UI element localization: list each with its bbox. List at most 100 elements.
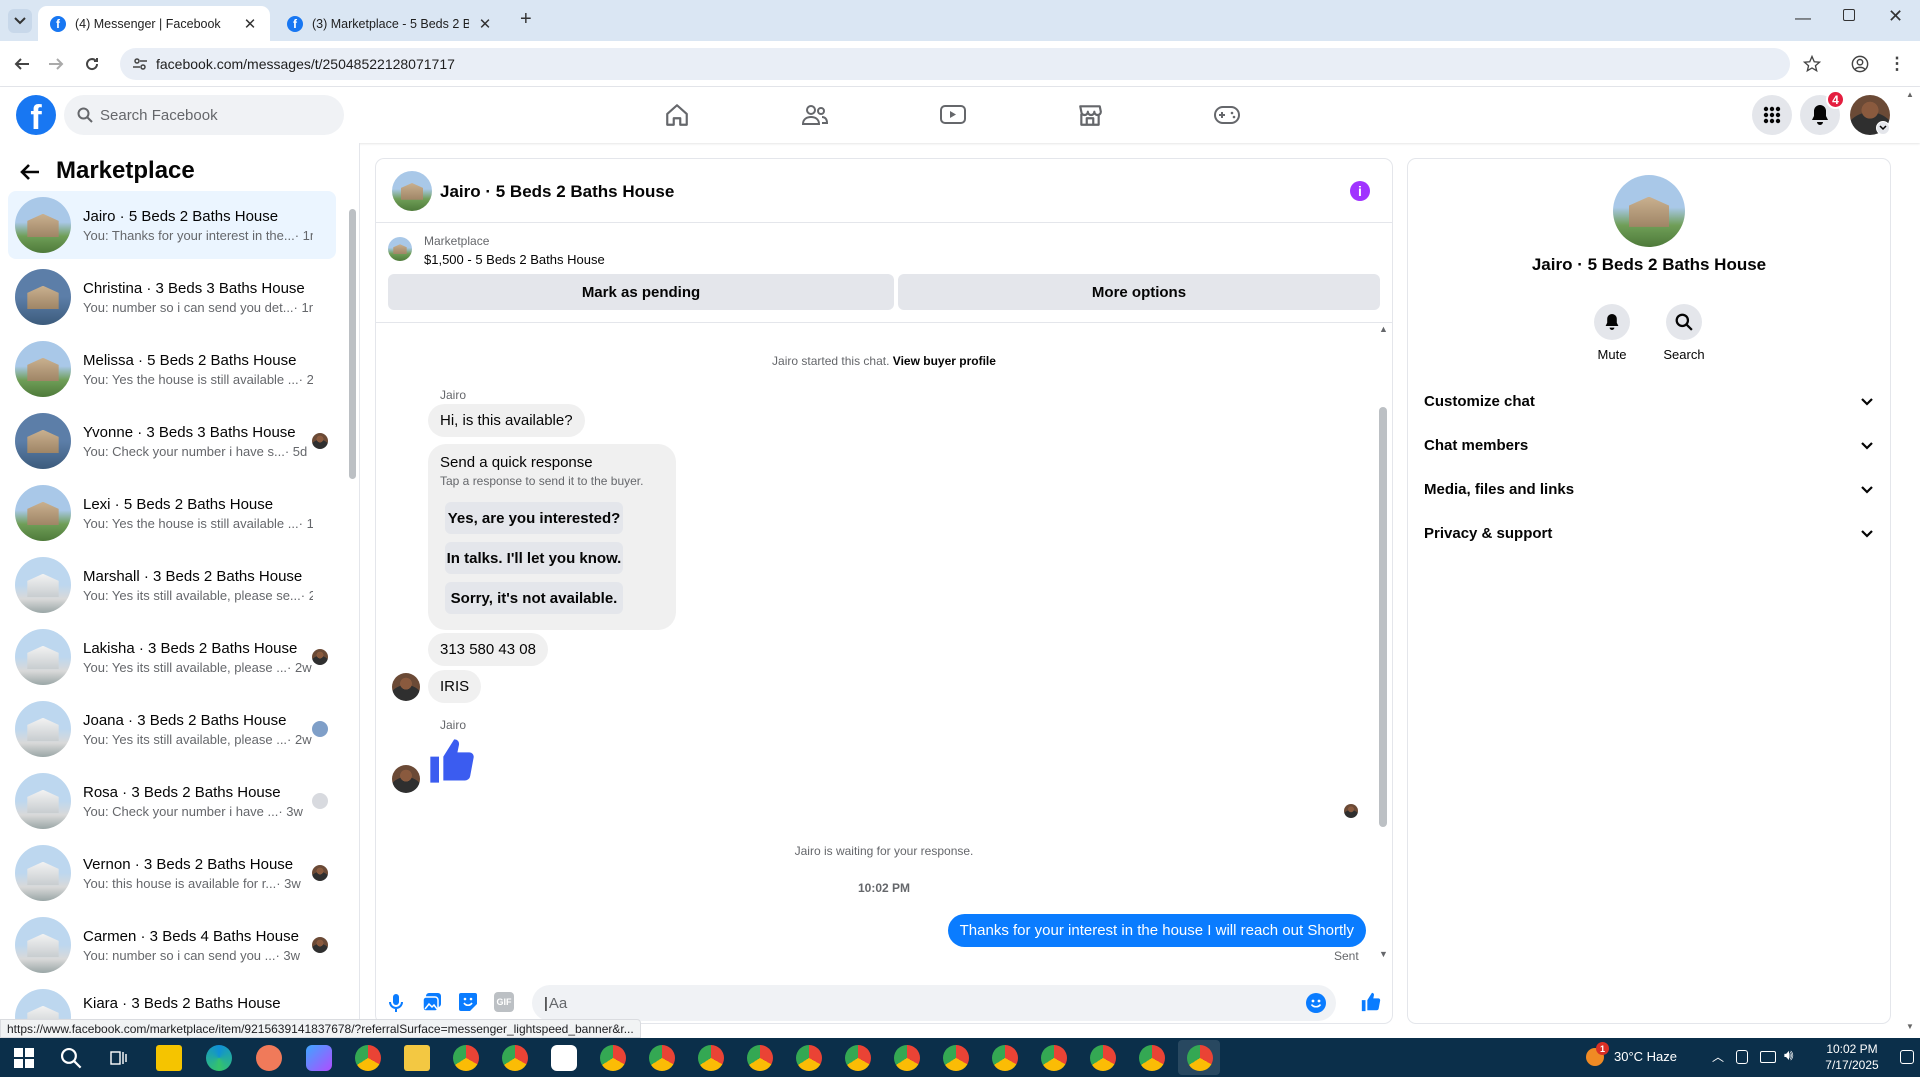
- customize-chat-section[interactable]: Customize chat: [1424, 379, 1874, 423]
- nav-marketplace[interactable]: [1035, 97, 1145, 133]
- gif-icon[interactable]: GIF: [494, 992, 514, 1012]
- quick-response-button[interactable]: Yes, are you interested?: [445, 502, 623, 534]
- message-input[interactable]: | Aa: [532, 985, 1336, 1021]
- conversation-item[interactable]: Christina · 3 Beds 3 Baths House You: nu…: [8, 263, 336, 331]
- send-like-button[interactable]: [1360, 991, 1382, 1013]
- conversation-item[interactable]: Marshall · 3 Beds 2 Baths House You: Yes…: [8, 551, 336, 619]
- sticker-icon[interactable]: [458, 992, 478, 1012]
- bookmark-star-button[interactable]: [1800, 52, 1824, 76]
- close-tab-icon[interactable]: ✕: [477, 15, 493, 33]
- back-arrow-button[interactable]: [20, 163, 40, 181]
- info-icon[interactable]: i: [1350, 181, 1370, 201]
- message-bubble[interactable]: Hi, is this available?: [428, 404, 585, 437]
- tray-chevron-up-icon[interactable]: ︿: [1712, 1048, 1724, 1065]
- chat-scrollbar[interactable]: [1379, 407, 1387, 827]
- privacy-support-section[interactable]: Privacy & support: [1424, 511, 1874, 555]
- minimize-window-button[interactable]: —: [1795, 10, 1811, 28]
- account-chevron-icon[interactable]: [1876, 121, 1890, 135]
- view-buyer-profile-link[interactable]: View buyer profile: [893, 354, 996, 368]
- listing-title[interactable]: $1,500 - 5 Beds 2 Baths House: [424, 252, 605, 267]
- facebook-logo[interactable]: f: [16, 95, 56, 135]
- taskbar-clock[interactable]: 10:02 PM 7/17/2025: [1812, 1041, 1892, 1073]
- windows-start-icon[interactable]: [14, 1048, 34, 1068]
- back-button[interactable]: [10, 52, 34, 76]
- microphone-icon[interactable]: [388, 993, 404, 1013]
- tab-messenger[interactable]: f (4) Messenger | Facebook ✕: [38, 6, 270, 41]
- emoji-icon[interactable]: [1306, 993, 1326, 1013]
- menu-button[interactable]: [1752, 95, 1792, 135]
- close-window-button[interactable]: ✕: [1888, 6, 1903, 27]
- file-explorer-icon[interactable]: [404, 1045, 430, 1071]
- taskbar-search-icon[interactable]: [60, 1047, 82, 1069]
- chrome-icon[interactable]: [992, 1045, 1018, 1071]
- tab-marketplace[interactable]: f (3) Marketplace - 5 Beds 2 Bath ✕: [275, 6, 505, 41]
- search-in-chat-action[interactable]: Search: [1654, 304, 1714, 362]
- chrome-icon[interactable]: [698, 1045, 724, 1071]
- close-tab-icon[interactable]: ✕: [242, 15, 258, 33]
- weather-text[interactable]: 30°C Haze: [1614, 1049, 1677, 1064]
- address-bar[interactable]: facebook.com/messages/t/2504852212807171…: [120, 48, 1790, 80]
- conversation-item[interactable]: Carmen · 3 Beds 4 Baths House You: numbe…: [8, 911, 336, 979]
- mute-action[interactable]: Mute: [1582, 304, 1642, 362]
- message-bubble[interactable]: IRIS: [428, 670, 482, 703]
- photo-icon[interactable]: [422, 992, 442, 1012]
- conversation-item[interactable]: Rosa · 3 Beds 2 Baths House You: Check y…: [8, 767, 336, 835]
- chrome-icon[interactable]: [845, 1045, 871, 1071]
- task-view-icon[interactable]: [110, 1049, 128, 1067]
- site-info-icon[interactable]: [132, 56, 148, 72]
- conversation-item[interactable]: Jairo · 5 Beds 2 Baths House You: Thanks…: [8, 191, 336, 259]
- forward-button[interactable]: [44, 52, 68, 76]
- tab-search-button[interactable]: [8, 9, 32, 33]
- chrome-icon[interactable]: [943, 1045, 969, 1071]
- maximize-window-button[interactable]: [1843, 9, 1855, 21]
- chrome-icon[interactable]: [796, 1045, 822, 1071]
- new-tab-button[interactable]: +: [520, 8, 532, 31]
- conversation-list-scrollbar[interactable]: [349, 209, 356, 479]
- chrome-icon[interactable]: [1041, 1045, 1067, 1071]
- chrome-icon[interactable]: [1139, 1045, 1165, 1071]
- conversation-item[interactable]: Lexi · 5 Beds 2 Baths House You: Yes the…: [8, 479, 336, 547]
- chat-profile-avatar[interactable]: [1613, 175, 1685, 247]
- nav-watch[interactable]: [898, 97, 1008, 133]
- chat-members-section[interactable]: Chat members: [1424, 423, 1874, 467]
- quick-response-button[interactable]: In talks. I'll let you know.: [445, 542, 623, 574]
- mark-as-pending-button[interactable]: Mark as pending: [388, 274, 894, 310]
- quick-response-button[interactable]: Sorry, it's not available.: [445, 582, 623, 614]
- app-icon[interactable]: [306, 1045, 332, 1071]
- capcut-icon[interactable]: [551, 1045, 577, 1071]
- speaker-icon[interactable]: 🔊︎: [1784, 1047, 1793, 1064]
- browser-menu-button[interactable]: ⋮: [1885, 52, 1909, 76]
- notification-center-icon[interactable]: [1900, 1050, 1914, 1064]
- chrome-icon[interactable]: [600, 1045, 626, 1071]
- more-options-button[interactable]: More options: [898, 274, 1380, 310]
- chat-title[interactable]: Jairo · 5 Beds 2 Baths House: [440, 182, 674, 202]
- page-scrollbar[interactable]: ▲ ▼: [1906, 90, 1916, 1036]
- app-icon[interactable]: [256, 1045, 282, 1071]
- onedrive-icon[interactable]: [1736, 1050, 1748, 1064]
- scroll-down-icon[interactable]: ▼: [1379, 949, 1388, 959]
- message-bubble[interactable]: 313 580 43 08: [428, 633, 548, 666]
- edge-browser-icon[interactable]: [206, 1045, 232, 1071]
- nav-friends[interactable]: [760, 97, 870, 133]
- reload-button[interactable]: [80, 52, 104, 76]
- conversation-item[interactable]: Lakisha · 3 Beds 2 Baths House You: Yes …: [8, 623, 336, 691]
- sender-avatar[interactable]: [392, 765, 420, 793]
- thumbs-up-like-icon[interactable]: [426, 735, 478, 787]
- conversation-item[interactable]: Joana · 3 Beds 2 Baths House You: Yes it…: [8, 695, 336, 763]
- chrome-icon[interactable]: [649, 1045, 675, 1071]
- profile-button[interactable]: [1848, 52, 1872, 76]
- nav-gaming[interactable]: [1172, 97, 1282, 133]
- facebook-search-input[interactable]: Search Facebook: [64, 95, 344, 135]
- listing-thumbnail[interactable]: [388, 237, 412, 261]
- scroll-up-icon[interactable]: ▲: [1379, 324, 1388, 334]
- chrome-icon[interactable]: [747, 1045, 773, 1071]
- chrome-icon[interactable]: [355, 1045, 381, 1071]
- conversation-item[interactable]: Melissa · 5 Beds 2 Baths House You: Yes …: [8, 335, 336, 403]
- outgoing-message-bubble[interactable]: Thanks for your interest in the house I …: [947, 914, 1366, 947]
- chat-avatar[interactable]: [392, 171, 432, 211]
- chrome-icon[interactable]: [502, 1045, 528, 1071]
- chrome-icon[interactable]: [1187, 1045, 1213, 1071]
- sender-avatar[interactable]: [392, 673, 420, 701]
- nav-home[interactable]: [622, 97, 732, 133]
- chrome-icon[interactable]: [1090, 1045, 1116, 1071]
